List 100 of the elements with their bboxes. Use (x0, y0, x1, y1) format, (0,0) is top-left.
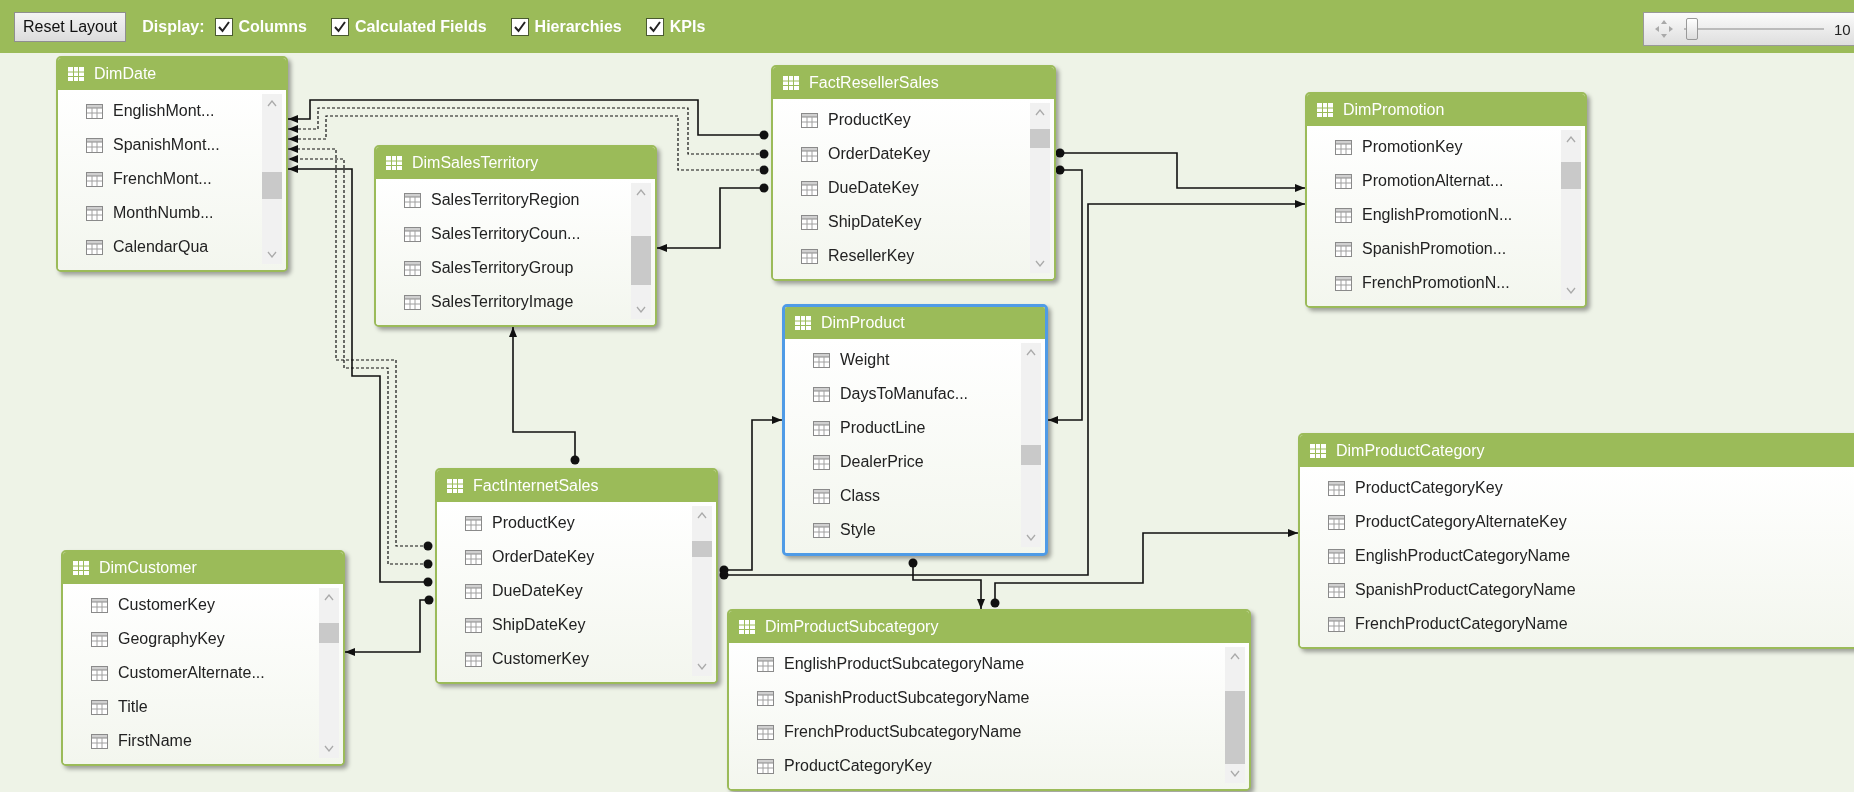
column-name[interactable]: Title (118, 698, 148, 716)
column-name[interactable]: ProductKey (492, 514, 575, 532)
column-name[interactable]: CalendarQua (113, 238, 209, 256)
table-card[interactable]: FactResellerSales ProductKey OrderDateKey DueDateKey ShipDateKey ResellerKey (771, 65, 1056, 281)
column-name[interactable]: GeographyKey (118, 630, 225, 648)
scroll-up-icon[interactable] (1035, 109, 1045, 116)
relationship-line[interactable] (509, 326, 580, 465)
column-name[interactable]: FirstName (118, 732, 192, 750)
scroll-down-icon[interactable] (636, 306, 646, 313)
relationship-line[interactable] (344, 595, 434, 656)
scrollbar[interactable] (1225, 647, 1245, 783)
scrollbar[interactable] (262, 94, 282, 264)
table-card[interactable]: DimCustomer CustomerKey GeographyKey CustomerAlternate... Title FirstName (61, 550, 345, 766)
scroll-up-icon[interactable] (267, 100, 277, 107)
column-icon (757, 724, 774, 740)
scroll-down-icon[interactable] (267, 251, 277, 258)
column-name[interactable]: EnglishPromotionN... (1362, 206, 1513, 224)
column-name[interactable]: ShipDateKey (492, 616, 586, 634)
column-name[interactable]: SpanishPromotion... (1362, 240, 1507, 258)
scroll-up-icon[interactable] (697, 512, 707, 519)
column-name[interactable]: SalesTerritoryImage (431, 293, 574, 311)
column-name[interactable]: SalesTerritoryGroup (431, 259, 574, 277)
scrollbar[interactable] (631, 183, 651, 319)
column-name[interactable]: DealerPrice (840, 453, 924, 471)
relationship-line[interactable] (719, 416, 783, 575)
column-name[interactable]: ProductCategoryKey (1355, 479, 1503, 497)
column-name[interactable]: SalesTerritoryRegion (431, 191, 580, 209)
scroll-thumb[interactable] (631, 236, 651, 286)
column-name[interactable]: CustomerKey (492, 650, 589, 668)
column-name[interactable]: ProductLine (840, 419, 926, 437)
column-name[interactable]: ProductCategoryKey (784, 757, 932, 775)
relationship-line[interactable] (1047, 165, 1083, 424)
column-name[interactable]: PromotionKey (1362, 138, 1463, 156)
column-name[interactable]: OrderDateKey (828, 145, 931, 163)
column-name[interactable]: ResellerKey (828, 247, 915, 265)
scroll-down-icon[interactable] (697, 663, 707, 670)
column-name[interactable]: ShipDateKey (828, 213, 922, 231)
relationship-line[interactable] (990, 529, 1299, 608)
relationship-line[interactable] (656, 183, 769, 252)
column-name[interactable]: SpanishProductSubcategoryName (784, 689, 1030, 707)
scrollbar[interactable] (319, 588, 339, 758)
scroll-thumb[interactable] (319, 622, 339, 643)
column-name[interactable]: MonthNumb... (113, 204, 214, 222)
scrollbar[interactable] (692, 506, 712, 676)
column-name[interactable]: SpanishProductCategoryName (1355, 581, 1576, 599)
relationship-line[interactable] (908, 558, 985, 610)
column-name[interactable]: CustomerKey (118, 596, 215, 614)
column-name[interactable]: SalesTerritoryCoun... (431, 225, 581, 243)
column-name[interactable]: ProductKey (828, 111, 911, 129)
column-name[interactable]: DaysToManufac... (840, 385, 969, 403)
table-card[interactable]: DimSalesTerritory SalesTerritoryRegion SalesTerritoryCoun... SalesTerritoryGroup SalesTerritoryImage (374, 145, 657, 327)
column-name[interactable]: ProductCategoryAlternateKey (1355, 513, 1567, 531)
scroll-down-icon[interactable] (1035, 260, 1045, 267)
relationship-line[interactable] (287, 115, 769, 175)
table-card[interactable]: DimProduct Weight DaysToManufac... ProductLine DealerPrice Class Style (782, 304, 1048, 556)
scroll-thumb[interactable] (1225, 690, 1245, 764)
column-name[interactable]: FrenchProductCategoryName (1355, 615, 1568, 633)
scroll-thumb[interactable] (1561, 162, 1581, 189)
relationship-line[interactable] (1055, 148, 1306, 192)
scroll-up-icon[interactable] (324, 594, 334, 601)
column-name[interactable]: EnglishMont... (113, 102, 215, 120)
reset-layout-button[interactable]: Reset Layout (14, 11, 127, 42)
column-name[interactable]: SpanishMont... (113, 136, 220, 154)
column-icon (801, 248, 818, 264)
column-name[interactable]: DueDateKey (828, 179, 919, 197)
scroll-up-icon[interactable] (1026, 349, 1036, 356)
column-name[interactable]: CustomerAlternate... (118, 664, 265, 682)
column-name[interactable]: FrenchPromotionN... (1362, 274, 1510, 292)
column-name[interactable]: OrderDateKey (492, 548, 595, 566)
scroll-down-icon[interactable] (324, 745, 334, 752)
table-card[interactable]: DimProductSubcategory EnglishProductSubcategoryName SpanishProductSubcategoryName FrenchProductSubcategoryName ProductCategoryKey (727, 609, 1251, 791)
column-name[interactable]: EnglishProductCategoryName (1355, 547, 1571, 565)
scroll-thumb[interactable] (1030, 128, 1050, 149)
column-name[interactable]: Class (840, 487, 880, 505)
relationship-line[interactable] (719, 200, 1306, 580)
table-card[interactable]: DimPromotion PromotionKey PromotionAlternat... EnglishPromotionN... SpanishPromotion... FrenchPromotionN... (1305, 92, 1587, 308)
scrollbar[interactable] (1561, 130, 1581, 300)
scroll-up-icon[interactable] (1230, 653, 1240, 660)
scroll-down-icon[interactable] (1566, 287, 1576, 294)
scroll-up-icon[interactable] (1566, 136, 1576, 143)
table-card[interactable]: DimProductCategory ProductCategoryKey ProductCategoryAlternateKey EnglishProductCategoryName SpanishProductCategoryName FrenchProductCategoryName (1298, 433, 1854, 649)
table-card[interactable]: FactInternetSales ProductKey OrderDateKey DueDateKey ShipDateKey CustomerKey (435, 468, 718, 684)
relationship-line[interactable] (287, 99, 769, 140)
scrollbar[interactable] (1030, 103, 1050, 273)
column-name[interactable]: FrenchProductSubcategoryName (784, 723, 1022, 741)
column-name[interactable]: EnglishProductSubcategoryName (784, 655, 1025, 673)
scroll-thumb[interactable] (692, 540, 712, 557)
scroll-thumb[interactable] (1021, 445, 1041, 465)
column-name[interactable]: DueDateKey (492, 582, 583, 600)
column-name[interactable]: Weight (840, 351, 890, 369)
column-name[interactable]: Style (840, 521, 876, 539)
scroll-up-icon[interactable] (636, 189, 646, 196)
scroll-down-icon[interactable] (1026, 534, 1036, 541)
column-name[interactable]: PromotionAlternat... (1362, 172, 1504, 190)
pan-icon[interactable] (1654, 19, 1674, 39)
column-name[interactable]: FrenchMont... (113, 170, 212, 188)
scroll-down-icon[interactable] (1230, 770, 1240, 777)
table-card[interactable]: DimDate EnglishMont... SpanishMont... FrenchMont... MonthNumb... CalendarQua (56, 56, 288, 272)
scroll-thumb[interactable] (262, 172, 282, 199)
scrollbar[interactable] (1021, 343, 1041, 547)
